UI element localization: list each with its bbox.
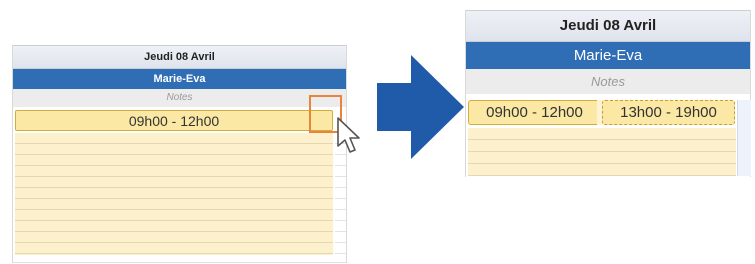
date-header: Jeudi 08 Avril (466, 10, 750, 42)
bottom-grid-rows (13, 255, 346, 263)
right-arrow-icon (377, 55, 464, 159)
empty-time-grid[interactable] (468, 128, 736, 176)
side-column (737, 100, 751, 176)
notes-row[interactable]: Notes (466, 69, 750, 94)
date-header: Jeudi 08 Avril (13, 45, 346, 69)
time-slot[interactable]: 09h00 - 12h00 (468, 100, 601, 125)
person-header[interactable]: Marie-Eva (13, 69, 346, 89)
day-column-after: Jeudi 08 Avril Marie-Eva Notes 09h00 - 1… (465, 10, 751, 177)
notes-row[interactable]: Notes (13, 89, 346, 107)
day-column-before: Jeudi 08 Avril Marie-Eva Notes 09h00 - 1… (12, 45, 347, 263)
person-header[interactable]: Marie-Eva (466, 42, 750, 69)
new-time-slot[interactable]: 13h00 - 19h00 (602, 100, 735, 125)
time-slot[interactable]: 09h00 - 12h00 (15, 110, 333, 131)
empty-time-grid[interactable] (15, 133, 333, 255)
mouse-pointer-icon (337, 117, 360, 153)
calendar-slot-add-illustration: Jeudi 08 Avril Marie-Eva Notes 09h00 - 1… (0, 0, 755, 264)
